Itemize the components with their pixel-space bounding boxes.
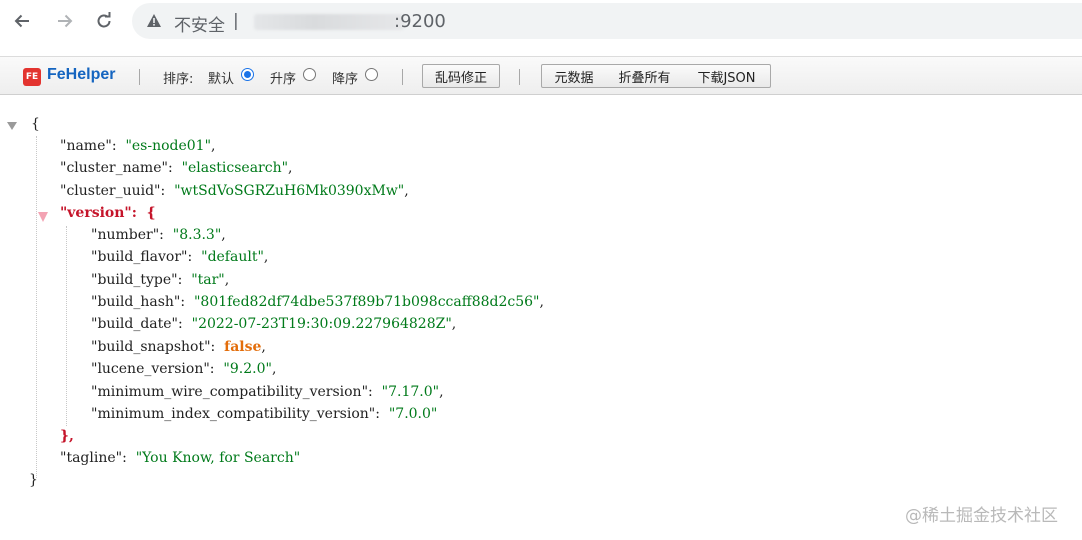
toolbar-divider <box>519 69 520 85</box>
json-row-cluster-name: "cluster_name": "elasticsearch", <box>60 160 293 176</box>
json-row-name: "name": "es-node01", <box>60 138 216 154</box>
sort-asc-label[interactable]: 升序 <box>270 68 296 87</box>
sort-asc-radio[interactable] <box>303 68 316 81</box>
root-open-brace: { <box>31 116 40 132</box>
sort-desc-label[interactable]: 降序 <box>332 68 358 87</box>
version-close-brace: }, <box>60 428 74 444</box>
address-bar[interactable]: 不安全 | :9200 <box>132 3 1082 39</box>
fehelper-toolbar: FE FeHelper 排序: 默认 升序 降序 乱码修正 元数据 折叠所有 下… <box>0 56 1082 95</box>
json-row-build-flavor: "build_flavor": "default", <box>91 249 269 265</box>
browser-toolbar: 不安全 | :9200 <box>0 0 1082 44</box>
indent-guide <box>36 136 37 478</box>
json-row-build-snapshot: "build_snapshot": false, <box>91 339 266 355</box>
json-row-build-hash: "build_hash": "801fed82df74dbe537f89b71b… <box>91 294 544 310</box>
json-row-min-index-version: "minimum_index_compatibility_version": "… <box>91 406 438 422</box>
download-json-button[interactable]: 下载JSON <box>683 64 771 88</box>
json-row-build-type: "build_type": "tar", <box>91 272 230 288</box>
json-row-number: "number": "8.3.3", <box>91 227 226 243</box>
json-row-version: "version": { <box>60 205 156 221</box>
json-row-tagline: "tagline": "You Know, for Search" <box>60 450 301 466</box>
collapse-all-button[interactable]: 折叠所有 <box>606 64 684 88</box>
fix-encoding-button[interactable]: 乱码修正 <box>422 64 500 88</box>
json-row-min-wire-version: "minimum_wire_compatibility_version": "7… <box>91 384 444 400</box>
sort-default-radio[interactable] <box>241 68 254 81</box>
url-redacted <box>254 14 404 30</box>
url-text: :9200 <box>394 11 446 32</box>
collapse-version-icon[interactable] <box>38 212 48 222</box>
sort-desc-radio[interactable] <box>365 68 378 81</box>
sort-label: 排序: <box>163 72 194 87</box>
sort-default-label[interactable]: 默认 <box>208 68 234 87</box>
collapse-root-icon[interactable] <box>7 122 17 130</box>
toolbar-divider <box>402 69 403 85</box>
json-row-lucene-version: "lucene_version": "9.2.0", <box>91 361 277 377</box>
toolbar-divider <box>139 69 140 85</box>
json-row-build-date: "build_date": "2022-07-23T19:30:09.22796… <box>91 316 457 332</box>
indent-guide <box>66 226 67 426</box>
watermark: @稀土掘金技术社区 <box>905 506 1058 526</box>
arrow-left-icon[interactable] <box>9 8 35 34</box>
url-separator: | <box>233 11 239 31</box>
fehelper-logo: FE <box>23 68 41 86</box>
root-close-brace: } <box>29 472 38 488</box>
security-status: 不安全 <box>174 16 225 36</box>
fehelper-title: FeHelper <box>47 66 116 83</box>
arrow-right-icon[interactable] <box>52 8 78 34</box>
metadata-button[interactable]: 元数据 <box>541 64 607 88</box>
warning-triangle-icon <box>146 13 162 32</box>
json-row-cluster-uuid: "cluster_uuid": "wtSdVoSGRZuH6Mk0390xMw"… <box>60 183 409 199</box>
reload-icon[interactable] <box>91 8 117 34</box>
